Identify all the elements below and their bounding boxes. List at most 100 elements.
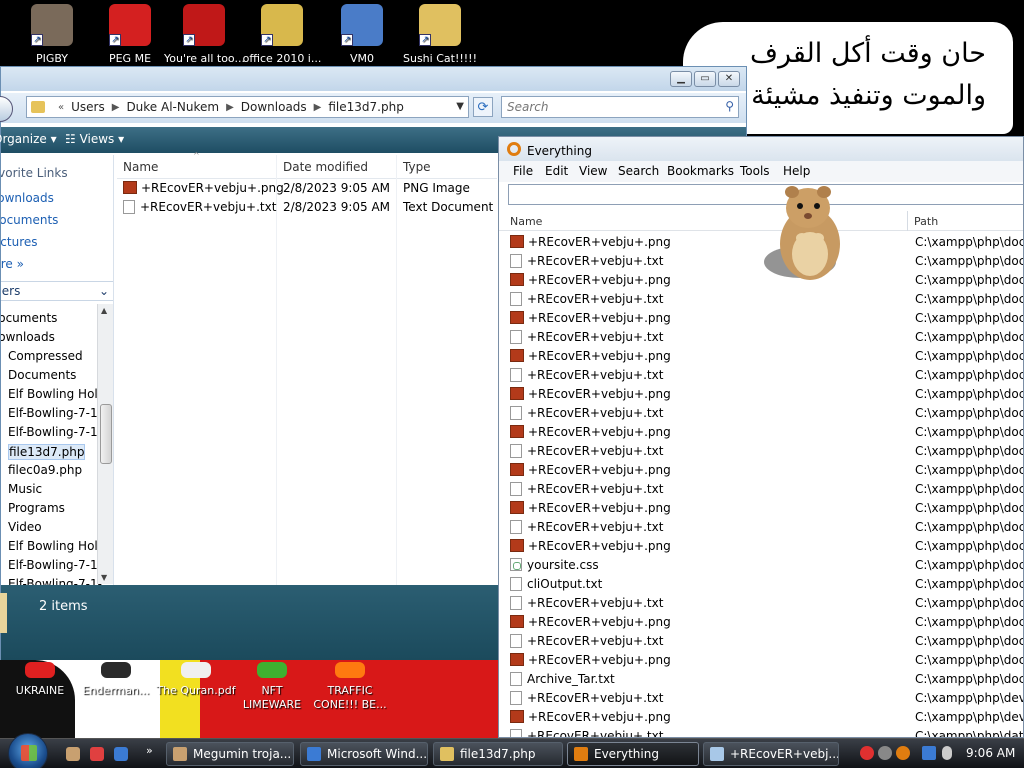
- search-input[interactable]: Search ⚲: [501, 96, 739, 118]
- column-header-name[interactable]: Name: [123, 160, 158, 174]
- quicklaunch-desktop-icon[interactable]: [114, 747, 128, 761]
- breadcrumb-overflow-icon[interactable]: «: [58, 102, 64, 113]
- scroll-up-icon[interactable]: ▲: [101, 306, 107, 315]
- start-button[interactable]: [8, 733, 48, 768]
- taskbar-button[interactable]: Megumin troja...: [166, 742, 294, 766]
- menu-file[interactable]: File: [513, 164, 533, 178]
- desktop-icon[interactable]: ↗ VM0: [322, 4, 402, 65]
- result-row[interactable]: +REcovER+vebju+.txt C:\xampp\php\docs: [499, 480, 1023, 499]
- tree-item[interactable]: Documents: [8, 368, 76, 382]
- column-header-name[interactable]: Name: [510, 215, 542, 228]
- desktop-icon[interactable]: NFT LIMEWARE: [232, 662, 312, 712]
- result-row[interactable]: cliOutput.txt C:\xampp\php\docs: [499, 575, 1023, 594]
- result-row[interactable]: +REcovER+vebju+.txt C:\xampp\php\dev: [499, 689, 1023, 708]
- result-row[interactable]: yoursite.css C:\xampp\php\docs: [499, 556, 1023, 575]
- desktop-icon[interactable]: ↗ You're all too...: [164, 4, 244, 65]
- result-row[interactable]: +REcovER+vebju+.png C:\xampp\php\docs: [499, 309, 1023, 328]
- explorer-title-bar[interactable]: ▁ ▭ ✕: [1, 67, 746, 91]
- tray-network-icon[interactable]: [922, 746, 936, 760]
- result-row[interactable]: +REcovER+vebju+.txt C:\xampp\php\docs: [499, 442, 1023, 461]
- result-row[interactable]: +REcovER+vebju+.png C:\xampp\php\dev: [499, 708, 1023, 727]
- organize-button[interactable]: Organize ▾: [0, 132, 57, 146]
- quicklaunch-overflow-icon[interactable]: »: [146, 744, 153, 757]
- favorite-link-more[interactable]: More »: [1, 257, 24, 271]
- file-row[interactable]: +REcovER+vebju+.txt: [123, 200, 276, 214]
- result-row[interactable]: +REcovER+vebju+.png C:\xampp\php\docs: [499, 461, 1023, 480]
- menu-bookmarks[interactable]: Bookmarks: [667, 164, 734, 178]
- result-row[interactable]: +REcovER+vebju+.txt C:\xampp\php\docs: [499, 328, 1023, 347]
- desktop-icon[interactable]: ↗ PIGBY: [12, 4, 92, 65]
- result-row[interactable]: +REcovER+vebju+.png C:\xampp\php\docs: [499, 385, 1023, 404]
- views-button[interactable]: ☷ Views ▾: [65, 132, 124, 146]
- results-list[interactable]: +REcovER+vebju+.png C:\xampp\php\docs +REc…: [499, 233, 1023, 737]
- tree-item[interactable]: Documents: [1, 311, 57, 325]
- result-row[interactable]: +REcovER+vebju+.png C:\xampp\php\docs: [499, 537, 1023, 556]
- menu-edit[interactable]: Edit: [545, 164, 568, 178]
- maximize-button[interactable]: ▭: [694, 71, 716, 87]
- column-header-type[interactable]: Type: [403, 160, 431, 174]
- result-row[interactable]: +REcovER+vebju+.txt C:\xampp\php\docs: [499, 404, 1023, 423]
- tree-scrollbar[interactable]: ▲ ▼: [97, 304, 113, 584]
- search-icon[interactable]: ⚲: [725, 99, 734, 113]
- quicklaunch-browser-icon[interactable]: [90, 747, 104, 761]
- tree-item[interactable]: file13d7.php: [8, 444, 86, 460]
- menu-view[interactable]: View: [579, 164, 607, 178]
- breadcrumb-item[interactable]: Downloads: [241, 100, 307, 114]
- tree-item[interactable]: Elf-Bowling-7-1-: [8, 577, 102, 585]
- tree-item[interactable]: Elf-Bowling-7-1-: [8, 406, 102, 420]
- chevron-right-icon[interactable]: ▶: [226, 102, 234, 113]
- minimize-button[interactable]: ▁: [670, 71, 692, 87]
- desktop-icon[interactable]: UKRAINE: [0, 662, 80, 698]
- result-row[interactable]: +REcovER+vebju+.txt C:\xampp\php\docs: [499, 290, 1023, 309]
- desktop-icon[interactable]: The Quran.pdf: [156, 662, 236, 698]
- taskbar-button[interactable]: file13d7.php: [433, 742, 563, 766]
- result-row[interactable]: +REcovER+vebju+.png C:\xampp\php\docs: [499, 499, 1023, 518]
- result-row[interactable]: +REcovER+vebju+.txt C:\xampp\php\docs: [499, 518, 1023, 537]
- column-header-date[interactable]: Date modified: [283, 160, 368, 174]
- result-row[interactable]: +REcovER+vebju+.png C:\xampp\php\docs: [499, 423, 1023, 442]
- tray-tool-icon[interactable]: [878, 746, 892, 760]
- taskbar-button[interactable]: +REcovER+vebj...: [703, 742, 839, 766]
- chevron-right-icon[interactable]: ▶: [314, 102, 322, 113]
- clock[interactable]: 9:06 AM: [966, 746, 1015, 760]
- result-row[interactable]: +REcovER+vebju+.txt C:\xampp\php\docs: [499, 632, 1023, 651]
- chevron-down-icon[interactable]: ▼: [456, 101, 464, 112]
- file-row[interactable]: +REcovER+vebju+.png: [123, 181, 284, 195]
- desktop-icon[interactable]: ↗ Sushi Cat!!!!!: [400, 4, 480, 65]
- tray-volume-icon[interactable]: [942, 746, 952, 760]
- desktop-icon[interactable]: Enderman...: [76, 662, 156, 698]
- tree-item[interactable]: Music: [8, 482, 42, 496]
- menu-help[interactable]: Help: [783, 164, 810, 178]
- result-row[interactable]: +REcovER+vebju+.png C:\xampp\php\docs: [499, 347, 1023, 366]
- chevron-down-icon[interactable]: ⌄: [99, 284, 109, 298]
- desktop-icon[interactable]: TRAFFIC CONE!!! BE...: [310, 662, 390, 712]
- menu-search[interactable]: Search: [618, 164, 659, 178]
- tray-everything-icon[interactable]: [896, 746, 910, 760]
- tree-item[interactable]: Programs: [8, 501, 65, 515]
- scrollbar-thumb[interactable]: [100, 404, 112, 464]
- tree-item[interactable]: filec0a9.php: [8, 463, 82, 477]
- result-row[interactable]: +REcovER+vebju+.png C:\xampp\php\docs: [499, 651, 1023, 670]
- result-row[interactable]: +REcovER+vebju+.png C:\xampp\php\docs: [499, 613, 1023, 632]
- chevron-right-icon[interactable]: ▶: [112, 102, 120, 113]
- breadcrumb-item[interactable]: Users: [71, 100, 105, 114]
- tray-security-icon[interactable]: [860, 746, 874, 760]
- taskbar-button[interactable]: Everything: [567, 742, 699, 766]
- tree-item[interactable]: Compressed: [8, 349, 83, 363]
- tree-item[interactable]: Downloads: [1, 330, 55, 344]
- tree-item[interactable]: Elf-Bowling-7-1-: [8, 425, 102, 439]
- breadcrumb[interactable]: « Users ▶ Duke Al-Nukem ▶ Downloads ▶ fi…: [26, 96, 469, 118]
- menu-tools[interactable]: Tools: [740, 164, 770, 178]
- result-row[interactable]: +REcovER+vebju+.txt C:\xampp\php\docs: [499, 366, 1023, 385]
- everything-title-bar[interactable]: Everything: [499, 137, 1023, 161]
- close-button[interactable]: ✕: [718, 71, 740, 87]
- folders-header[interactable]: Folders ⌄: [1, 281, 113, 301]
- favorite-link-pictures[interactable]: Pictures: [1, 235, 38, 249]
- favorite-link-documents[interactable]: Documents: [1, 213, 58, 227]
- everything-window[interactable]: Everything File Edit View Search Bookmarks To…: [498, 136, 1024, 738]
- back-button[interactable]: [0, 96, 13, 122]
- favorite-link-downloads[interactable]: Downloads: [1, 191, 54, 205]
- taskbar-button[interactable]: Microsoft Wind...: [300, 742, 428, 766]
- refresh-button[interactable]: ⟳: [473, 97, 493, 117]
- desktop-icon[interactable]: ↗ PEG ME: [90, 4, 170, 65]
